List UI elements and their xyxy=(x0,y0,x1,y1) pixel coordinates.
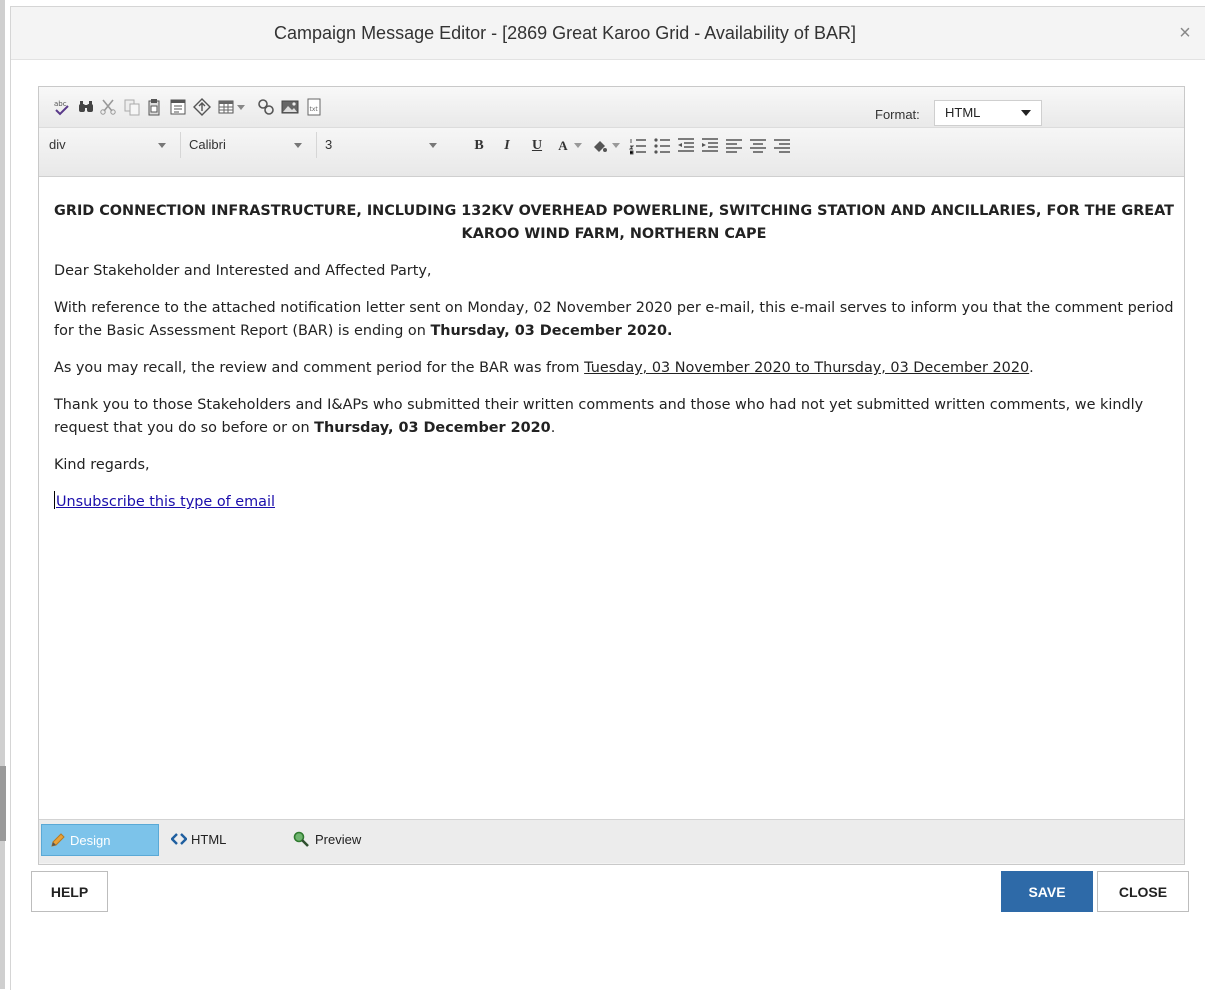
greeting-paragraph: Dear Stakeholder and Interested and Affe… xyxy=(54,263,432,279)
thank-you-paragraph: Thank you to those Stakeholders and I&AP… xyxy=(54,394,1174,440)
deadline-date: Thursday, 03 December 2020 xyxy=(314,420,551,436)
copy-icon[interactable] xyxy=(123,98,141,116)
svg-text:abc: abc xyxy=(54,100,67,108)
campaign-message-editor-dialog: Campaign Message Editor - [2869 Great Ka… xyxy=(10,6,1205,990)
text-cursor xyxy=(54,491,55,509)
message-body: GRID CONNECTION INFRASTRUCTURE, INCLUDIN… xyxy=(54,200,1174,528)
align-left-icon[interactable] xyxy=(725,137,743,155)
review-period-end: . xyxy=(1029,360,1034,376)
back-color-icon[interactable] xyxy=(591,137,609,155)
tab-design[interactable]: Design xyxy=(41,824,159,856)
tab-preview-label: Preview xyxy=(315,832,362,847)
comment-period-end-date: Thursday, 03 December 2020. xyxy=(430,323,673,339)
spellcheck-icon[interactable]: abc xyxy=(53,98,71,116)
chevron-down-icon xyxy=(1021,110,1031,116)
back-color-dropdown-icon[interactable] xyxy=(611,137,621,155)
thank-you-text: Thank you to those Stakeholders and I&AP… xyxy=(54,397,1144,436)
bulleted-list-icon[interactable] xyxy=(653,137,671,155)
tab-html-label: HTML xyxy=(191,832,227,847)
toolbar-row-1: abc txt Format: HTML xyxy=(39,87,1184,128)
indent-icon[interactable] xyxy=(701,137,719,155)
cut-icon[interactable] xyxy=(99,98,117,116)
save-button[interactable]: SAVE xyxy=(1001,871,1093,912)
format-select-value: HTML xyxy=(945,105,981,120)
ordered-list-icon[interactable] xyxy=(629,137,647,155)
image-manager-icon[interactable] xyxy=(281,98,299,116)
code-icon xyxy=(170,826,188,858)
align-right-icon[interactable] xyxy=(773,137,791,155)
format-select[interactable]: HTML xyxy=(934,100,1042,126)
comment-period-paragraph: With reference to the attached notificat… xyxy=(54,297,1174,343)
thank-you-end: . xyxy=(550,420,556,436)
table-dropdown-icon[interactable] xyxy=(235,98,247,116)
paragraph-style-dropdown[interactable]: div xyxy=(41,132,181,158)
format-label: Format: xyxy=(875,107,920,122)
dialog-titlebar: Campaign Message Editor - [2869 Great Ka… xyxy=(11,7,1205,60)
align-center-icon[interactable] xyxy=(749,137,767,155)
outdent-icon[interactable] xyxy=(677,137,695,155)
italic-button[interactable]: I xyxy=(499,137,515,155)
editor-content-area[interactable]: GRID CONNECTION INFRASTRUCTURE, INCLUDIN… xyxy=(39,177,1184,820)
review-period-text: As you may recall, the review and commen… xyxy=(54,360,585,376)
page-edge-marker xyxy=(0,766,6,841)
review-period-paragraph: As you may recall, the review and commen… xyxy=(54,357,1174,380)
review-period-dates: Tuesday, 03 November 2020 to Thursday, 0… xyxy=(584,360,1030,376)
rich-text-editor: abc txt Format: HTML div Calibri 3 B I U… xyxy=(38,86,1185,865)
paste-icon[interactable] xyxy=(145,98,163,116)
pencil-icon xyxy=(50,828,66,860)
closing-paragraph: Kind regards, xyxy=(54,457,150,473)
magnifier-icon xyxy=(293,827,309,859)
editor-mode-bar: Design HTML Preview xyxy=(39,820,1184,863)
toolbar-row-2: div Calibri 3 B I U A xyxy=(39,128,1184,177)
tab-design-label: Design xyxy=(70,833,111,848)
chevron-down-icon xyxy=(429,143,437,148)
bold-button[interactable]: B xyxy=(471,137,487,155)
help-button[interactable]: HELP xyxy=(31,871,108,912)
underline-button[interactable]: U xyxy=(529,137,545,155)
close-button[interactable]: CLOSE xyxy=(1097,871,1189,912)
find-icon[interactable] xyxy=(77,98,95,116)
document-heading: GRID CONNECTION INFRASTRUCTURE, INCLUDIN… xyxy=(54,203,1174,242)
tab-html[interactable]: HTML xyxy=(170,824,251,858)
fore-color-dropdown-icon[interactable] xyxy=(573,137,583,155)
fore-color-button[interactable]: A xyxy=(555,137,571,155)
paste-special-icon[interactable] xyxy=(169,98,187,116)
svg-text:txt: txt xyxy=(310,106,319,113)
template-icon[interactable]: txt xyxy=(305,98,323,116)
paragraph-style-value: div xyxy=(49,137,66,152)
font-size-value: 3 xyxy=(325,137,333,152)
dialog-title: Campaign Message Editor - [2869 Great Ka… xyxy=(274,23,856,43)
unsubscribe-link[interactable]: Unsubscribe this type of email xyxy=(56,494,275,510)
chevron-down-icon xyxy=(158,143,166,148)
font-family-value: Calibri xyxy=(189,137,226,152)
tab-preview[interactable]: Preview xyxy=(293,824,393,856)
chevron-down-icon xyxy=(294,143,302,148)
document-manager-icon[interactable] xyxy=(257,98,275,116)
insert-link-icon[interactable] xyxy=(193,98,211,116)
table-icon[interactable] xyxy=(217,98,235,116)
font-family-dropdown[interactable]: Calibri xyxy=(181,132,317,158)
unsubscribe-paragraph: Unsubscribe this type of email xyxy=(54,491,1174,514)
font-size-dropdown[interactable]: 3 xyxy=(317,132,451,158)
close-icon[interactable]: × xyxy=(1176,23,1194,43)
